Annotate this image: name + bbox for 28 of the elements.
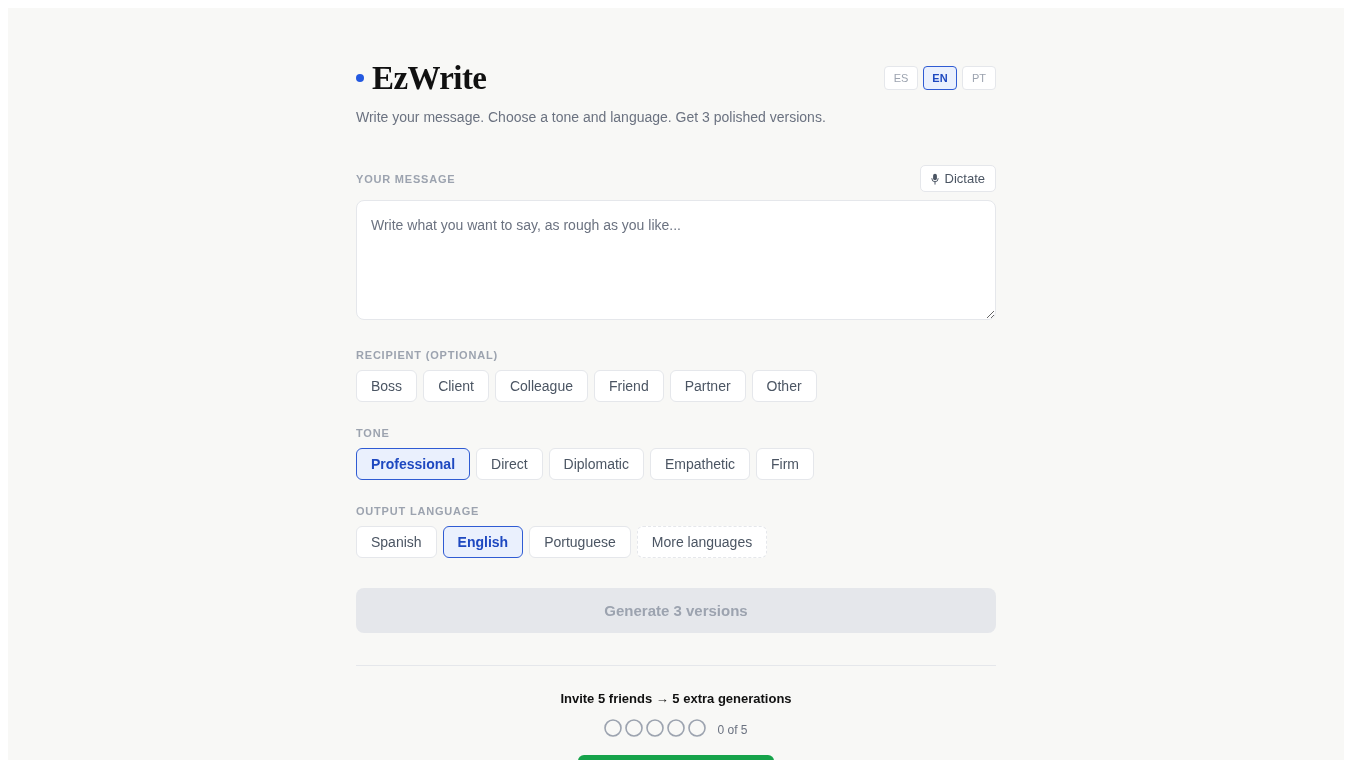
option-chip[interactable]: Firm [756, 448, 814, 480]
option-chip[interactable]: Portuguese [529, 526, 631, 558]
section-label: TONE [356, 426, 391, 440]
option-chip[interactable]: Colleague [494, 370, 588, 402]
option-chip[interactable]: Direct [476, 448, 543, 480]
microphone-icon [930, 172, 939, 185]
section-label: RECIPIENT (OPTIONAL) [356, 348, 499, 362]
option-chip[interactable]: Diplomatic [548, 448, 644, 480]
dictate-button[interactable]: Dictate [919, 165, 996, 192]
invite-count: 0 of 5 [717, 723, 748, 737]
option-chip[interactable]: English [442, 526, 524, 558]
option-chip[interactable]: Friend [594, 370, 664, 402]
option-chip[interactable]: Client [423, 370, 489, 402]
option-chip[interactable]: Empathetic [649, 448, 750, 480]
invite-heading: Invite 5 friends → 5 extra generations [560, 690, 792, 708]
option-chip[interactable]: Professional [356, 448, 471, 480]
option-chip[interactable]: More languages [636, 526, 768, 558]
app-title: EzWrite [372, 60, 487, 96]
option-chip[interactable]: Spanish [356, 526, 437, 558]
language-toggle[interactable]: EN [923, 66, 957, 90]
message-input[interactable]: Write what you want to say, as rough as you like... [356, 200, 996, 320]
tagline: Write your message. Choose a tone and language. Get 3 polished versions. [356, 108, 827, 127]
option-chip[interactable]: Partner [669, 370, 746, 402]
section-label: OUTPUT LANGUAGE [356, 504, 481, 518]
option-chip[interactable]: Other [751, 370, 817, 402]
section-label: YOUR MESSAGE [356, 171, 456, 186]
option-chip[interactable]: Boss [356, 370, 418, 402]
dot-icon [356, 74, 364, 82]
